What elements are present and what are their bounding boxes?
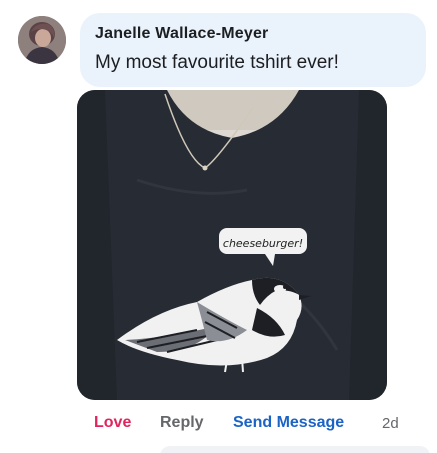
comment-photo[interactable]: cheeseburger! [77,90,387,400]
comment-text: My most favourite tshirt ever! [95,52,339,73]
comment-author[interactable]: Janelle Wallace-Meyer [95,25,268,43]
speech-bubble-text: cheeseburger! [223,237,303,250]
tshirt-photo-image: cheeseburger! [77,90,387,400]
reply-button[interactable]: Reply [160,414,204,432]
next-comment-bubble [160,446,430,453]
comment-timestamp[interactable]: 2d [382,415,399,432]
love-reaction-button[interactable]: Love [94,414,131,432]
comment-item: Janelle Wallace-Meyer My most favourite … [0,0,437,453]
avatar[interactable] [18,16,66,64]
send-message-button[interactable]: Send Message [233,414,344,432]
profile-photo-icon [18,16,66,64]
